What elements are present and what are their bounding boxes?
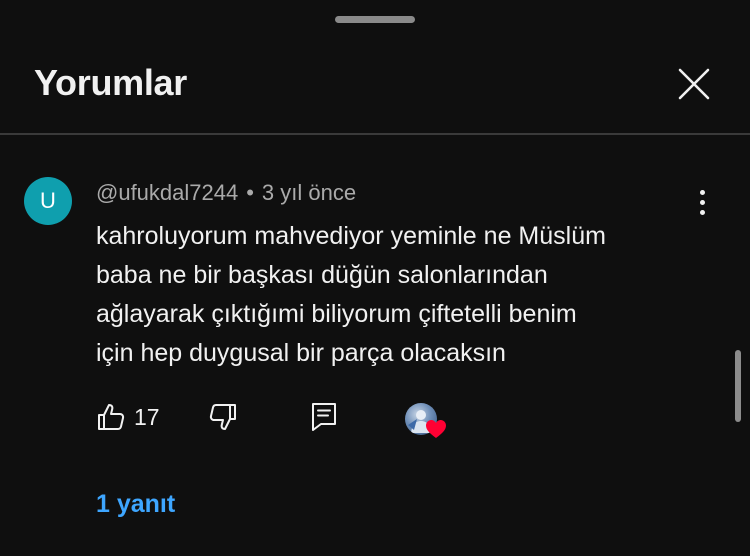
thumbs-up-icon — [98, 404, 125, 430]
heart-icon — [426, 420, 446, 438]
comment-meta: @ufukdal7244 • 3 yıl önce — [96, 180, 356, 206]
panel-title: Yorumlar — [34, 62, 187, 103]
more-vertical-icon — [699, 189, 705, 195]
comment-author[interactable]: @ufukdal7244 — [96, 180, 238, 205]
like-count: 17 — [134, 403, 160, 430]
scrollbar[interactable] — [735, 350, 741, 422]
more-options-button[interactable] — [688, 186, 716, 218]
close-button[interactable] — [674, 64, 714, 104]
drag-handle[interactable] — [335, 16, 415, 23]
creator-heart-badge — [405, 403, 449, 443]
view-replies-button[interactable]: 1 yanıt — [96, 490, 175, 519]
comment-time[interactable]: 3 yıl önce — [262, 180, 356, 205]
avatar-letter: U — [40, 188, 56, 213]
comment-text: kahroluyorum mahvediyor yeminle ne Müslü… — [96, 217, 696, 373]
like-button[interactable]: 17 — [96, 402, 160, 432]
avatar[interactable]: U — [24, 177, 72, 225]
header-divider — [0, 133, 750, 135]
comment-text-line: kahroluyorum mahvediyor yeminle ne Müslü… — [96, 222, 606, 250]
dislike-button[interactable] — [208, 402, 238, 432]
comment-text-line: ağlayarak çıktığımi biliyorum çiftetelli… — [96, 300, 577, 328]
reply-button[interactable] — [311, 402, 337, 432]
comment-text-line: için hep duygusal bir parça olacaksın — [96, 339, 506, 367]
comment-icon — [312, 403, 336, 431]
meta-separator: • — [246, 180, 254, 205]
comment-text-line: baba ne bir başkası düğün salonlarından — [96, 261, 548, 289]
close-icon — [678, 68, 710, 100]
thumbs-down-icon — [209, 404, 236, 430]
